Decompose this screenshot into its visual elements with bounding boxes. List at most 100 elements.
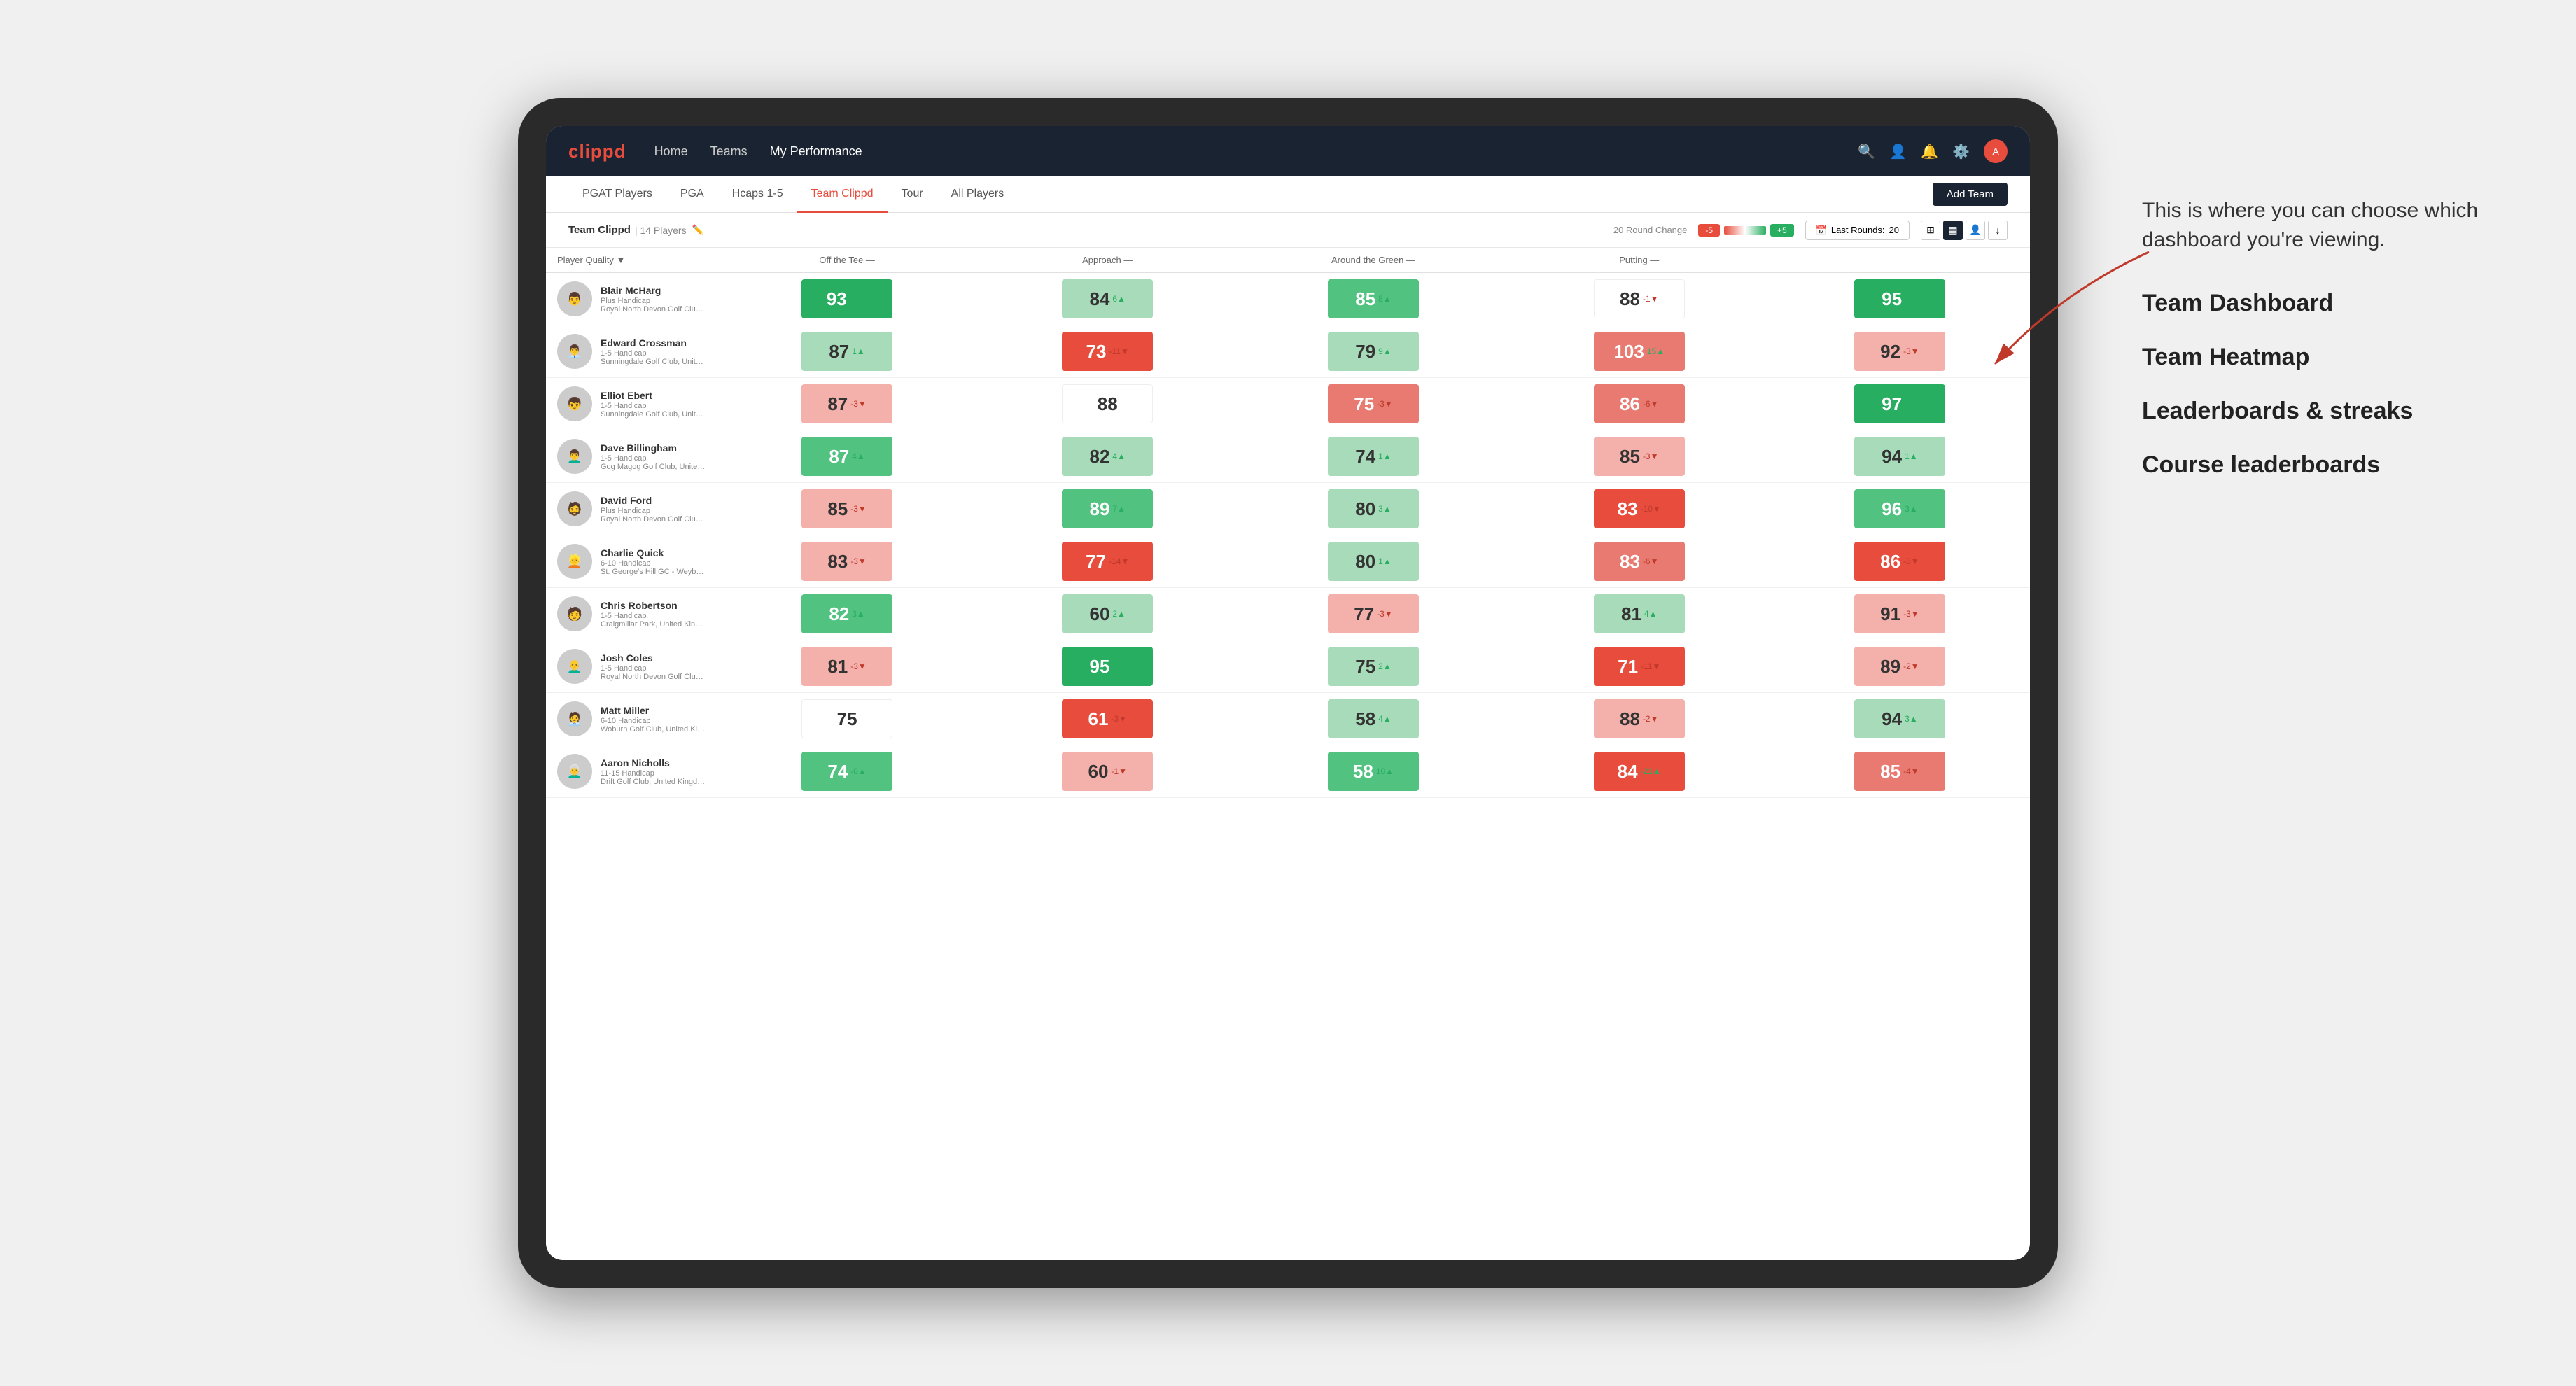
around-green-cell: 85 -3▼ [1509, 430, 1770, 483]
tab-all-players[interactable]: All Players [937, 176, 1018, 213]
last-rounds-button[interactable]: 📅 Last Rounds: 20 [1805, 220, 1910, 240]
add-team-button[interactable]: Add Team [1933, 183, 2008, 206]
putting-cell: 94 1▲ [1770, 430, 2030, 483]
bell-icon[interactable]: 🔔 [1921, 143, 1938, 160]
approach-cell: 80 1▲ [1238, 536, 1508, 588]
profile-icon[interactable]: 👤 [1889, 143, 1907, 160]
player-quality-box: 83 -3▼ [802, 542, 892, 581]
player-quality-box: 87 -3▼ [802, 384, 892, 424]
putting-cell: 95 9▲ [1770, 273, 2030, 326]
player-quality-box: 93 +4▲ [802, 279, 892, 318]
tab-pgat-players[interactable]: PGAT Players [568, 176, 666, 213]
putting-box: 97 5▲ [1854, 384, 1945, 424]
annotation-callout: This is where you can choose which dashb… [2142, 196, 2534, 255]
around-green-cell: 88 -1▼ [1509, 273, 1770, 326]
approach-cell: 74 1▲ [1238, 430, 1508, 483]
player-cell[interactable]: 👨‍🦱 Dave Billingham 1-5 Handicap Gog Mag… [546, 430, 717, 483]
player-cell[interactable]: 👨 Blair McHarg Plus Handicap Royal North… [546, 273, 717, 326]
putting-cell: 91 -3▼ [1770, 588, 2030, 640]
tab-tour[interactable]: Tour [888, 176, 937, 213]
around-green-cell: 84 -21▲ [1509, 746, 1770, 798]
logo[interactable]: clippd [568, 141, 626, 162]
player-cell[interactable]: 👨‍🦲 Josh Coles 1-5 Handicap Royal North … [546, 640, 717, 693]
player-quality-cell: 82 3▲ [717, 588, 977, 640]
off-tee-box: 77 -14▼ [1062, 542, 1153, 581]
player-quality-cell: 93 +4▲ [717, 273, 977, 326]
team-bar-right: 20 Round Change -5 +5 📅 Last Rounds: 20 … [1614, 220, 2008, 240]
table-view-button[interactable]: ▦ [1943, 220, 1963, 240]
player-cell[interactable]: 🧑 Chris Robertson 1-5 Handicap Craigmill… [546, 588, 717, 640]
approach-box: 58 10▲ [1328, 752, 1419, 791]
gradient-bar [1724, 226, 1766, 234]
last-rounds-value: 20 [1889, 225, 1899, 235]
col-header-player[interactable]: Player Quality ▼ [546, 248, 717, 273]
off-tee-cell: 95 8▲ [977, 640, 1238, 693]
player-quality-cell: 81 -3▼ [717, 640, 977, 693]
avatar[interactable]: A [1984, 139, 2008, 163]
col-header-approach[interactable]: Approach — [977, 248, 1238, 273]
putting-box: 86 -8▼ [1854, 542, 1945, 581]
player-cell[interactable]: 🧑‍💼 Matt Miller 6-10 Handicap Woburn Gol… [546, 693, 717, 746]
grid-view-button[interactable]: ⊞ [1921, 220, 1940, 240]
approach-cell: 58 4▲ [1238, 693, 1508, 746]
round-change-label: 20 Round Change [1614, 225, 1688, 235]
off-tee-box: 73 -11▼ [1062, 332, 1153, 371]
table-row: 👨 Blair McHarg Plus Handicap Royal North… [546, 273, 2030, 326]
putting-cell: 86 -8▼ [1770, 536, 2030, 588]
around-green-cell: 81 4▲ [1509, 588, 1770, 640]
settings-icon[interactable]: ⚙️ [1952, 143, 1970, 160]
around-green-box: 88 -2▼ [1594, 699, 1685, 738]
off-tee-cell: 73 -11▼ [977, 326, 1238, 378]
player-quality-box: 87 4▲ [802, 437, 892, 476]
nav-teams[interactable]: Teams [710, 141, 748, 162]
player-cell[interactable]: 👨‍🦳 Aaron Nicholls 11-15 Handicap Drift … [546, 746, 717, 798]
nav-home[interactable]: Home [654, 141, 688, 162]
around-green-box: 86 -6▼ [1594, 384, 1685, 424]
tab-hcaps[interactable]: Hcaps 1-5 [718, 176, 797, 213]
putting-box: 94 1▲ [1854, 437, 1945, 476]
nav-my-performance[interactable]: My Performance [770, 141, 862, 162]
pill-red: -5 [1698, 224, 1720, 237]
tab-pga[interactable]: PGA [666, 176, 718, 213]
player-quality-box: 75 [802, 699, 892, 738]
player-cell[interactable]: 👱 Charlie Quick 6-10 Handicap St. George… [546, 536, 717, 588]
calendar-icon: 📅 [1816, 225, 1827, 236]
off-tee-cell: 77 -14▼ [977, 536, 1238, 588]
table-row: 👨‍🦲 Josh Coles 1-5 Handicap Royal North … [546, 640, 2030, 693]
putting-box: 96 3▲ [1854, 489, 1945, 528]
col-header-putting[interactable]: Putting — [1509, 248, 1770, 273]
player-quality-cell: 87 -3▼ [717, 378, 977, 430]
player-cell[interactable]: 👨‍💼 Edward Crossman 1-5 Handicap Sunning… [546, 326, 717, 378]
player-quality-cell: 85 -3▼ [717, 483, 977, 536]
player-quality-cell: 75 [717, 693, 977, 746]
player-avatar: 👨 [557, 281, 592, 316]
download-button[interactable]: ↓ [1988, 220, 2008, 240]
off-tee-box: 61 -3▼ [1062, 699, 1153, 738]
player-cell[interactable]: 🧔 David Ford Plus Handicap Royal North D… [546, 483, 717, 536]
col-header-off-tee[interactable]: Off the Tee — [717, 248, 977, 273]
putting-cell: 92 -3▼ [1770, 326, 2030, 378]
table-row: 🧔 David Ford Plus Handicap Royal North D… [546, 483, 2030, 536]
tab-team-clippd[interactable]: Team Clippd [797, 176, 888, 213]
approach-cell: 77 -3▼ [1238, 588, 1508, 640]
putting-box: 92 -3▼ [1854, 332, 1945, 371]
player-avatar: 👦 [557, 386, 592, 421]
edit-icon[interactable]: ✏️ [692, 224, 704, 236]
approach-box: 79 9▲ [1328, 332, 1419, 371]
nav-icons: 🔍 👤 🔔 ⚙️ A [1858, 139, 2008, 163]
col-header-around-green[interactable]: Around the Green — [1238, 248, 1508, 273]
off-tee-cell: 61 -3▼ [977, 693, 1238, 746]
player-quality-box: 81 -3▼ [802, 647, 892, 686]
card-view-button[interactable]: 👤 [1966, 220, 1985, 240]
off-tee-box: 88 [1062, 384, 1153, 424]
top-nav: clippd Home Teams My Performance 🔍 👤 🔔 ⚙… [546, 126, 2030, 176]
approach-cell: 75 -3▼ [1238, 378, 1508, 430]
off-tee-cell: 82 4▲ [977, 430, 1238, 483]
player-cell[interactable]: 👦 Elliot Ebert 1-5 Handicap Sunningdale … [546, 378, 717, 430]
team-count: | 14 Players [635, 225, 687, 236]
putting-box: 91 -3▼ [1854, 594, 1945, 634]
table-row: 🧑 Chris Robertson 1-5 Handicap Craigmill… [546, 588, 2030, 640]
pill-green: +5 [1770, 224, 1794, 237]
search-icon[interactable]: 🔍 [1858, 143, 1875, 160]
approach-cell: 75 2▲ [1238, 640, 1508, 693]
